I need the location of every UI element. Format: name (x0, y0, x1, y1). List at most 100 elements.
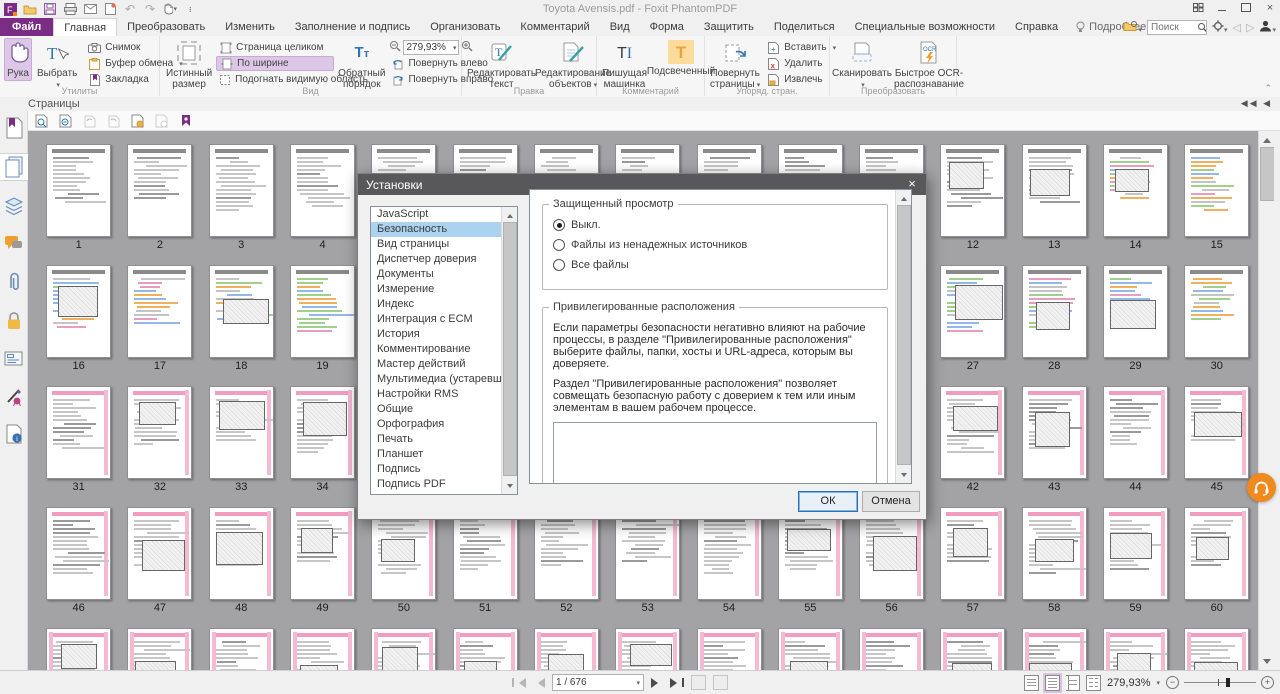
layers-panel-icon[interactable] (0, 193, 28, 219)
edit-text-button[interactable]: T Редактировать текст (464, 38, 539, 92)
hand-tool-icon[interactable]: ▾ (163, 3, 177, 16)
preferences-category-item[interactable]: JavaScript (371, 207, 502, 222)
protected-view-option[interactable]: Файлы из ненадежных источников (553, 239, 877, 251)
preferences-category-item[interactable]: Измерение (371, 282, 502, 297)
ribbon-tab[interactable]: Организовать (420, 18, 510, 36)
page-thumbnail[interactable] (127, 265, 192, 358)
collapse-ribbon-icon[interactable]: ⌃ (1264, 83, 1272, 94)
zoom-slider-thumb[interactable] (1226, 678, 1230, 687)
tab-file[interactable]: Файл (0, 18, 53, 36)
page-thumbnail[interactable] (859, 628, 924, 670)
zoom-level-combo[interactable]: 279,93%▾ (403, 40, 459, 55)
page-thumbnail[interactable] (697, 628, 762, 670)
page-thumbnail[interactable] (615, 507, 680, 600)
fields-panel-icon[interactable] (0, 345, 28, 371)
ribbon-tab[interactable]: Комментарий (510, 18, 599, 36)
page-thumbnail[interactable] (371, 507, 436, 600)
ribbon-tab[interactable]: Специальные возможности (845, 18, 1005, 36)
preferences-category-item[interactable]: Мастер действий (371, 357, 502, 372)
page-thumbnail[interactable] (940, 507, 1005, 600)
bookmark-thumb-icon[interactable] (178, 113, 193, 128)
account-icon[interactable]: ▾ (1259, 20, 1276, 35)
preferences-category-item[interactable]: Печать (371, 432, 502, 447)
page-thumbnail[interactable] (697, 507, 762, 600)
scrollbar-thumb[interactable] (897, 205, 911, 465)
fit-visible-button[interactable]: Подогнать видимую область (216, 72, 334, 87)
scroll-down-icon[interactable] (1259, 656, 1275, 670)
ribbon-tab[interactable]: Поделиться (764, 18, 845, 36)
preferences-category-item[interactable]: Общие (371, 402, 502, 417)
close-button[interactable]: × (1264, 2, 1276, 13)
search-input[interactable] (1148, 21, 1197, 34)
preferences-category-item[interactable]: Вид страницы (371, 237, 502, 252)
preferences-category-item[interactable]: Документы (371, 267, 502, 282)
insert-page-thumb-icon[interactable] (130, 113, 145, 128)
full-page-button[interactable]: Страница целиком (216, 40, 334, 55)
page-thumbnail[interactable] (46, 265, 111, 358)
vertical-scrollbar[interactable] (1258, 131, 1275, 670)
preferences-category-item[interactable]: Комментирование (371, 342, 502, 357)
protected-view-option[interactable]: Выкл. (553, 219, 877, 231)
ribbon-tab[interactable]: Преобразовать (117, 18, 215, 36)
edit-objects-button[interactable]: Редактирование объектов▾ (541, 38, 605, 93)
page-thumbnail[interactable] (534, 628, 599, 670)
new-document-icon[interactable] (103, 3, 117, 16)
page-thumbnail[interactable] (778, 507, 843, 600)
scroll-up-icon[interactable] (1259, 131, 1275, 145)
ribbon-tab[interactable]: Изменить (215, 18, 285, 36)
preferences-category-item[interactable]: Интеграция с ECM (371, 312, 502, 327)
page-thumbnail[interactable] (290, 628, 355, 670)
page-thumbnail[interactable] (127, 507, 192, 600)
page-thumbnail[interactable] (371, 628, 436, 670)
page-thumbnail[interactable] (1022, 144, 1087, 237)
page-thumbnail[interactable] (290, 386, 355, 479)
scroll-up-icon[interactable] (502, 207, 517, 221)
page-thumbnail[interactable] (940, 628, 1005, 670)
category-list-scrollbar[interactable] (501, 207, 517, 494)
page-thumbnail[interactable] (290, 144, 355, 237)
ribbon-tab[interactable]: Справка (1005, 18, 1068, 36)
search-box[interactable] (1147, 20, 1207, 35)
page-thumbnail[interactable] (940, 386, 1005, 479)
ribbon-tab[interactable]: Вид (600, 18, 640, 36)
page-thumbnail[interactable] (1022, 507, 1087, 600)
page-thumbnail[interactable] (127, 386, 192, 479)
page-thumbnail[interactable] (209, 628, 274, 670)
page-thumbnail[interactable] (1184, 265, 1249, 358)
security-panel-icon[interactable] (0, 307, 28, 333)
page-thumbnail[interactable] (1103, 265, 1168, 358)
maximize-button[interactable] (1240, 2, 1252, 13)
radio-button[interactable] (553, 219, 565, 231)
fit-width-button[interactable]: По ширине (216, 56, 334, 71)
search-icon[interactable] (1197, 22, 1206, 33)
highlight-button[interactable]: T Подсвеченный (652, 38, 710, 79)
continuous-facing-view-icon[interactable] (1086, 675, 1101, 691)
preferences-category-item[interactable]: Настройки RMS (371, 387, 502, 402)
preferences-category-item[interactable]: Планшет (371, 447, 502, 462)
zoom-in-thumbnails-icon[interactable] (34, 113, 49, 128)
page-thumbnail[interactable] (1184, 507, 1249, 600)
rotate-pages-button[interactable]: Повернуть страницы▾ (707, 38, 763, 93)
page-thumbnail[interactable] (1103, 628, 1168, 670)
privileged-locations-list[interactable] (553, 422, 877, 484)
ribbon-tab[interactable]: Заполнение и подпись (285, 18, 420, 36)
preferences-category-item[interactable]: Индекс (371, 297, 502, 312)
ok-button[interactable]: ОК (798, 491, 858, 512)
insert-pages-button[interactable]: + Вставить▾ (764, 40, 839, 55)
scrollbar-thumb[interactable] (1260, 147, 1275, 201)
scroll-down-icon[interactable] (896, 469, 911, 483)
radio-button[interactable] (553, 239, 565, 251)
page-thumbnail[interactable] (534, 507, 599, 600)
minimize-button[interactable] (1216, 2, 1228, 13)
zoom-out-icon[interactable] (389, 40, 401, 55)
preferences-category-item[interactable]: Орфография (371, 417, 502, 432)
page-thumbnail[interactable] (127, 144, 192, 237)
page-thumbnail[interactable] (209, 386, 274, 479)
cancel-button[interactable]: Отмена (862, 491, 920, 512)
page-thumbnail[interactable] (1184, 386, 1249, 479)
settings-gear-icon[interactable]: ▾ (1212, 20, 1228, 35)
hand-tool-button[interactable]: Рука (4, 38, 32, 81)
page-thumbnail[interactable] (46, 507, 111, 600)
comments-panel-icon[interactable] (0, 231, 28, 257)
ribbon-tab[interactable]: Защитить (694, 18, 764, 36)
